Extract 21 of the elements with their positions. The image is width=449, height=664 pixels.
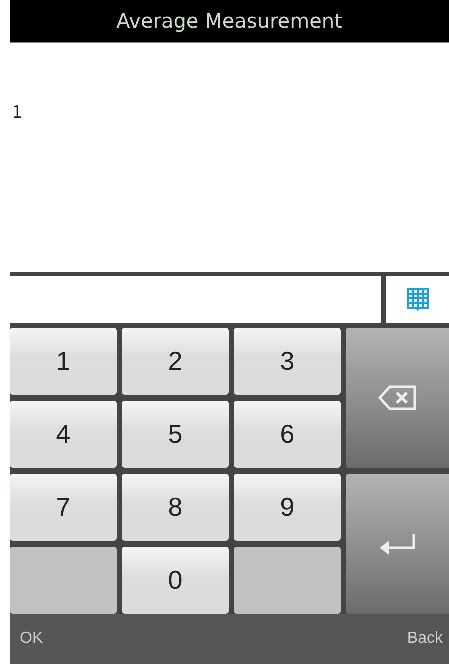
input-field[interactable] (10, 276, 381, 323)
digit-key[interactable]: 2 (122, 328, 229, 395)
window-title: Average Measurement (10, 0, 449, 43)
digit-key[interactable]: 8 (122, 474, 229, 541)
grid-icon (406, 288, 428, 312)
softkey-button[interactable]: OK (20, 630, 44, 648)
digit-key[interactable]: 6 (234, 401, 341, 468)
digit-key[interactable]: 1 (10, 328, 117, 395)
digit-key[interactable]: 0 (122, 547, 229, 614)
digit-key[interactable]: 7 (10, 474, 117, 541)
digit-key[interactable]: 4 (10, 401, 117, 468)
enter-key[interactable] (346, 474, 449, 614)
content-text: 1 (12, 103, 22, 123)
digit-key[interactable]: 9 (234, 474, 341, 541)
digit-key[interactable]: 3 (234, 328, 341, 395)
keyboard-toggle-button[interactable] (386, 276, 449, 323)
enter-icon (378, 533, 416, 555)
backspace-icon (378, 385, 418, 411)
digit-key[interactable]: 5 (122, 401, 229, 468)
backspace-key[interactable] (346, 328, 449, 468)
softkey-button[interactable]: Back (407, 630, 443, 648)
